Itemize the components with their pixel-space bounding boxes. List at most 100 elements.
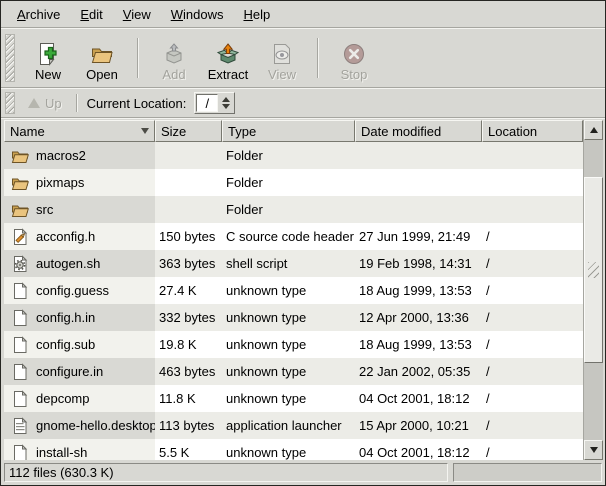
- table-row[interactable]: gnome-hello.desktop 113 bytes applicatio…: [4, 412, 583, 439]
- add-button[interactable]: Add: [147, 33, 201, 83]
- file-name-cell: macros2: [4, 142, 155, 169]
- file-type-cell: unknown type: [222, 304, 355, 331]
- file-type-cell: Folder: [222, 142, 355, 169]
- column-header-date-modified[interactable]: Date modified: [355, 120, 482, 142]
- file-size-cell: 113 bytes: [155, 412, 222, 439]
- stop-button-label: Stop: [341, 67, 368, 82]
- table-row[interactable]: install-sh 5.5 K unknown type 04 Oct 200…: [4, 439, 583, 460]
- scroll-up-icon: [590, 127, 598, 133]
- doc-lines-icon: [11, 417, 29, 435]
- file-name-cell: config.guess: [4, 277, 155, 304]
- file-name: config.sub: [36, 337, 95, 352]
- location-bar-separator: [76, 94, 78, 112]
- doc-icon: [11, 309, 29, 327]
- file-name-cell: install-sh: [4, 439, 155, 460]
- file-type-cell: unknown type: [222, 331, 355, 358]
- file-name-cell: acconfig.h: [4, 223, 155, 250]
- stop-button[interactable]: Stop: [327, 33, 381, 83]
- menu-windows[interactable]: Windows: [161, 3, 234, 26]
- spinner-down-icon: [222, 104, 230, 109]
- file-location-cell: [482, 196, 583, 223]
- menu-bar: Archive Edit View Windows Help: [1, 1, 605, 27]
- scrollbar-thumb[interactable]: [584, 177, 603, 363]
- column-header-location-label: Location: [488, 124, 537, 139]
- separator-line: [1, 117, 605, 119]
- location-bar-drag-handle[interactable]: [5, 92, 15, 114]
- table-row[interactable]: config.h.in 332 bytes unknown type 12 Ap…: [4, 304, 583, 331]
- new-button-label: New: [35, 67, 61, 82]
- table-row[interactable]: depcomp 11.8 K unknown type 04 Oct 2001,…: [4, 385, 583, 412]
- file-name-cell: configure.in: [4, 358, 155, 385]
- doc-icon: [11, 336, 29, 354]
- file-location-cell: [482, 169, 583, 196]
- view-eye-icon: [270, 42, 294, 66]
- column-header-name[interactable]: Name: [4, 120, 155, 142]
- file-type-cell: Folder: [222, 169, 355, 196]
- open-button[interactable]: Open: [75, 33, 129, 83]
- table-row[interactable]: pixmaps Folder: [4, 169, 583, 196]
- column-header-size[interactable]: Size: [155, 120, 222, 142]
- file-name-cell: depcomp: [4, 385, 155, 412]
- table-row[interactable]: acconfig.h 150 bytes C source code heade…: [4, 223, 583, 250]
- file-name: acconfig.h: [36, 229, 95, 244]
- stop-circle-icon: [342, 42, 366, 66]
- menu-edit[interactable]: Edit: [70, 3, 112, 26]
- file-name: configure.in: [36, 364, 103, 379]
- add-button-label: Add: [162, 67, 185, 82]
- doc-gear-icon: [11, 255, 29, 273]
- extract-box-icon: [216, 42, 240, 66]
- doc-pencil-icon: [11, 228, 29, 246]
- doc-icon: [11, 282, 29, 300]
- view-button[interactable]: View: [255, 33, 309, 83]
- file-size-cell: [155, 196, 222, 223]
- file-date-cell: 22 Jan 2002, 05:35: [355, 358, 482, 385]
- status-bar: 112 files (630.3 K): [4, 463, 602, 482]
- file-type-cell: Folder: [222, 196, 355, 223]
- file-location-cell: /: [482, 385, 583, 412]
- file-name: src: [36, 202, 53, 217]
- menu-archive[interactable]: Archive: [7, 3, 70, 26]
- scrollbar-up-button[interactable]: [584, 120, 603, 140]
- combobox-dropdown-button[interactable]: [218, 94, 233, 112]
- open-folder-icon: [90, 42, 114, 66]
- file-date-cell: 18 Aug 1999, 13:53: [355, 277, 482, 304]
- scrollbar-track[interactable]: [584, 140, 603, 440]
- file-name: config.h.in: [36, 310, 95, 325]
- add-package-icon: [162, 42, 186, 66]
- file-name-cell: src: [4, 196, 155, 223]
- file-location-cell: [482, 142, 583, 169]
- table-body: macros2 Folder pixmaps Folder src Folder…: [4, 142, 583, 460]
- table-row[interactable]: configure.in 463 bytes unknown type 22 J…: [4, 358, 583, 385]
- table-row[interactable]: macros2 Folder: [4, 142, 583, 169]
- file-name-cell: config.sub: [4, 331, 155, 358]
- spinner-up-icon: [222, 97, 230, 102]
- table-row[interactable]: config.sub 19.8 K unknown type 18 Aug 19…: [4, 331, 583, 358]
- file-roller-window: Archive Edit View Windows Help New Open: [0, 0, 606, 486]
- doc-icon: [11, 390, 29, 408]
- file-type-cell: unknown type: [222, 439, 355, 460]
- vertical-scrollbar[interactable]: [583, 120, 603, 460]
- table-row[interactable]: src Folder: [4, 196, 583, 223]
- doc-icon: [11, 444, 29, 461]
- extract-button[interactable]: Extract: [201, 33, 255, 83]
- file-name: gnome-hello.desktop: [36, 418, 155, 433]
- column-header-location[interactable]: Location: [482, 120, 583, 142]
- scrollbar-down-button[interactable]: [584, 440, 603, 460]
- file-name: autogen.sh: [36, 256, 100, 271]
- toolbar-separator: [317, 38, 319, 78]
- file-name: depcomp: [36, 391, 89, 406]
- table-row[interactable]: autogen.sh 363 bytes shell script 19 Feb…: [4, 250, 583, 277]
- up-arrow-icon: [28, 98, 40, 108]
- file-size-cell: 363 bytes: [155, 250, 222, 277]
- toolbar-drag-handle[interactable]: [5, 34, 15, 82]
- file-date-cell: 19 Feb 1998, 14:31: [355, 250, 482, 277]
- new-button[interactable]: New: [21, 33, 75, 83]
- location-combobox[interactable]: /: [194, 92, 235, 114]
- up-button[interactable]: Up: [21, 94, 69, 113]
- menu-view[interactable]: View: [113, 3, 161, 26]
- file-size-cell: 27.4 K: [155, 277, 222, 304]
- table-row[interactable]: config.guess 27.4 K unknown type 18 Aug …: [4, 277, 583, 304]
- file-name: macros2: [36, 148, 86, 163]
- column-header-type[interactable]: Type: [222, 120, 355, 142]
- menu-help[interactable]: Help: [233, 3, 280, 26]
